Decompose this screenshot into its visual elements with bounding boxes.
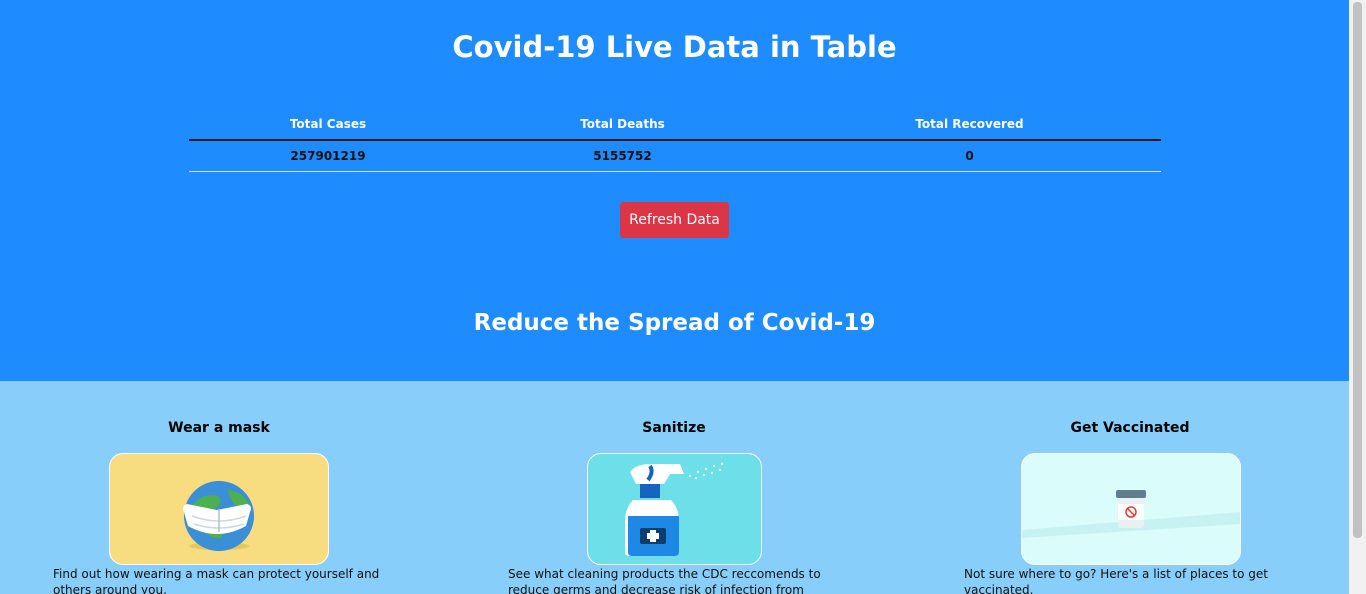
header-total-recovered: Total Recovered bbox=[778, 108, 1161, 141]
refresh-data-button[interactable]: Refresh Data bbox=[620, 202, 729, 238]
header-total-cases: Total Cases bbox=[189, 108, 467, 141]
vaccine-image[interactable] bbox=[1021, 453, 1241, 565]
mask-image[interactable] bbox=[109, 453, 329, 565]
vaccine-vial-icon bbox=[1022, 490, 1240, 538]
page-title: Covid-19 Live Data in Table bbox=[452, 30, 897, 64]
card-title: Wear a mask bbox=[168, 420, 270, 436]
header-total-deaths: Total Deaths bbox=[467, 108, 778, 141]
value-total-recovered: 0 bbox=[778, 140, 1161, 172]
card-description: See what cleaning products the CDC recco… bbox=[508, 567, 821, 594]
card-description: Find out how wearing a mask can protect … bbox=[53, 567, 380, 594]
vertical-scrollbar[interactable] bbox=[1349, 0, 1366, 594]
table-row: 257901219 5155752 0 bbox=[189, 140, 1161, 172]
card-sanitize: Sanitize See what cleaning products the … bbox=[508, 420, 840, 594]
table-header-row: Total Cases Total Deaths Total Recovered bbox=[189, 108, 1161, 141]
page: Covid-19 Live Data in Table Total Cases … bbox=[0, 0, 1349, 594]
value-total-cases: 257901219 bbox=[189, 140, 467, 172]
globe-mask-icon bbox=[183, 481, 254, 551]
card-title: Get Vaccinated bbox=[1070, 420, 1190, 436]
stats-table-wrapper: Total Cases Total Deaths Total Recovered… bbox=[189, 108, 1161, 172]
section-title: Reduce the Spread of Covid-19 bbox=[473, 310, 876, 336]
spray-bottle-icon bbox=[625, 462, 724, 556]
value-total-deaths: 5155752 bbox=[467, 140, 778, 172]
card-description: Not sure where to go? Here's a list of p… bbox=[964, 567, 1268, 594]
card-title: Sanitize bbox=[642, 420, 706, 436]
card-get-vaccinated: Get Vaccinated Not sure where to go? Her… bbox=[964, 420, 1296, 594]
card-wear-mask: Wear a mask Find out how wearing a mask … bbox=[53, 420, 385, 594]
scrollbar-thumb[interactable] bbox=[1353, 2, 1362, 538]
stats-table: Total Cases Total Deaths Total Recovered… bbox=[189, 108, 1161, 172]
hero-section: Covid-19 Live Data in Table Total Cases … bbox=[0, 0, 1349, 381]
sanitize-image[interactable] bbox=[587, 453, 762, 565]
